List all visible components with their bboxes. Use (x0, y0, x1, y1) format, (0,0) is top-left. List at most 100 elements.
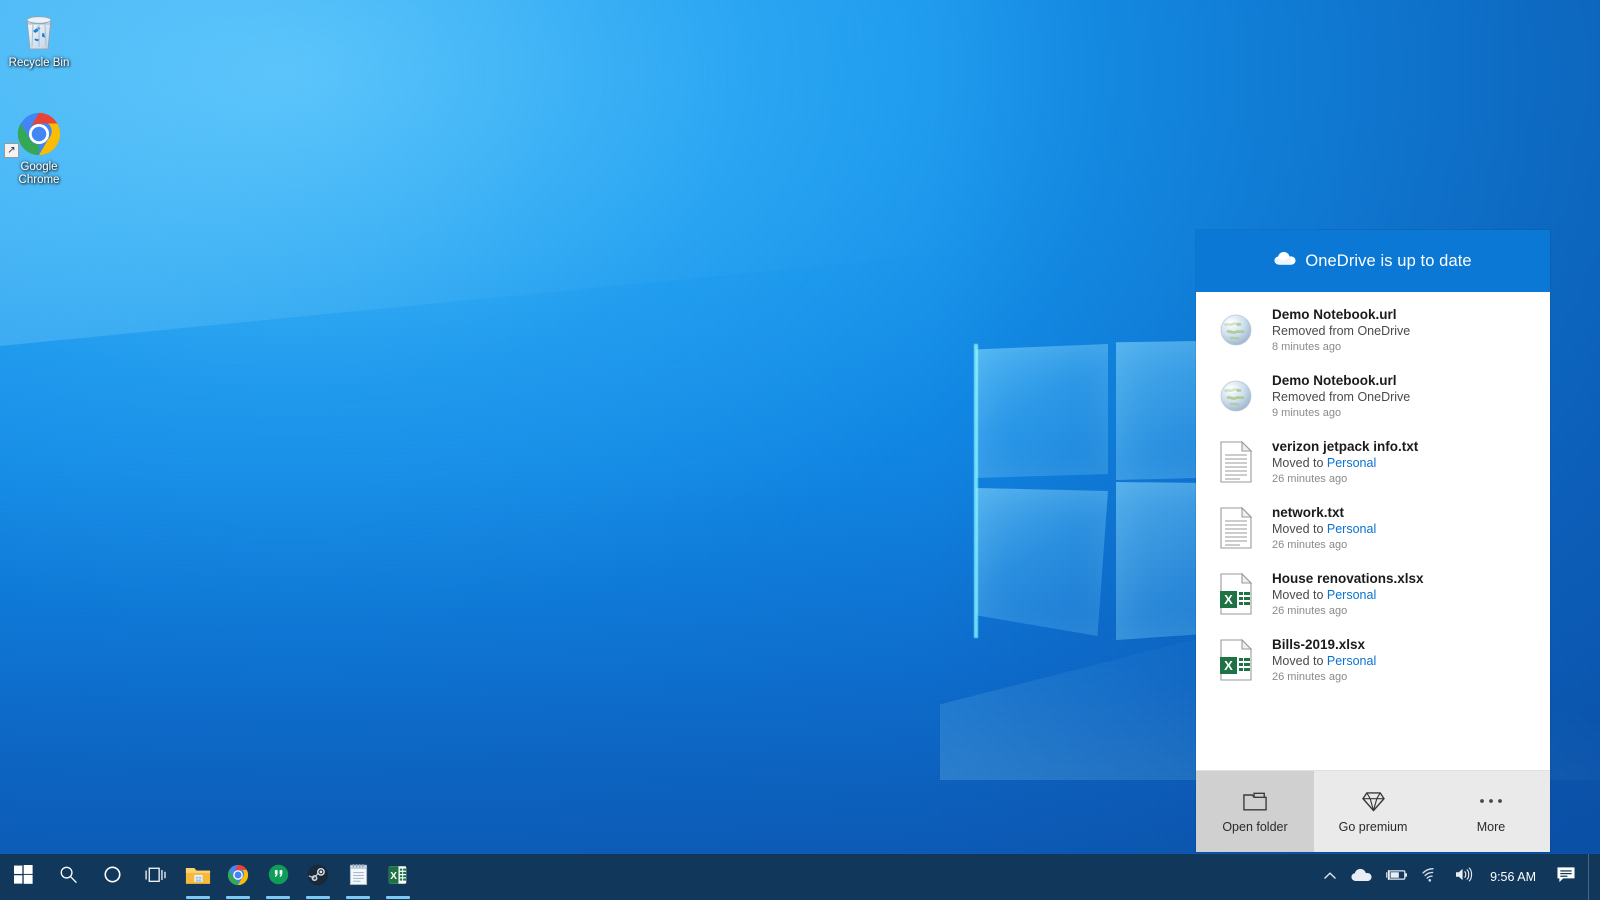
hangouts-icon (268, 864, 289, 890)
activity-file-name: Bills-2019.xlsx (1272, 637, 1366, 652)
activity-status-text: Moved to (1272, 654, 1327, 668)
recycle-bin-icon (0, 6, 78, 54)
activity-status-text: Moved to (1272, 456, 1327, 470)
notepad-icon (348, 863, 369, 891)
excel-file-icon: X (1214, 634, 1258, 686)
activity-status: Moved to Personal (1272, 521, 1376, 538)
activity-item[interactable]: X Bills-2019.xlsx Moved to Personal 26 m… (1196, 628, 1550, 694)
file-explorer-icon (185, 864, 211, 891)
activity-file-name: verizon jetpack info.txt (1272, 439, 1419, 454)
svg-text:X: X (1224, 658, 1233, 673)
steam-icon (307, 864, 329, 891)
windows-start-icon (13, 865, 33, 889)
activity-status-text: Removed from OneDrive (1272, 390, 1411, 404)
activity-status: Moved to Personal (1272, 455, 1418, 472)
taskbar-app-notepad[interactable] (338, 854, 378, 900)
speaker-icon (1454, 867, 1473, 887)
action-center-button[interactable] (1548, 854, 1588, 900)
activity-timestamp: 26 minutes ago (1272, 671, 1348, 683)
taskbar-app-hangouts[interactable] (258, 854, 298, 900)
onedrive-status-title: OneDrive is up to date (1305, 251, 1472, 270)
svg-text:X: X (1224, 592, 1233, 607)
internet-shortcut-icon (1214, 304, 1258, 356)
activity-file-name: Demo Notebook.url (1272, 307, 1397, 322)
activity-timestamp: 9 minutes ago (1272, 407, 1342, 419)
activity-timestamp: 26 minutes ago (1272, 539, 1348, 551)
onedrive-tray-icon (1351, 868, 1372, 887)
more-label: More (1476, 820, 1506, 834)
desktop-icon-label: Recycle Bin (8, 57, 70, 69)
activity-status-link[interactable]: Personal (1327, 654, 1376, 668)
desktop-icon-recycle-bin[interactable]: Recycle Bin (0, 6, 78, 70)
activity-item[interactable]: Demo Notebook.url Removed from OneDrive … (1196, 298, 1550, 364)
activity-status-text: Moved to (1272, 588, 1327, 602)
taskbar-clock[interactable]: 9:56 AM (1480, 854, 1548, 900)
action-center-icon (1556, 866, 1576, 889)
onedrive-activity-list[interactable]: Demo Notebook.url Removed from OneDrive … (1196, 292, 1550, 770)
taskbar-app-excel[interactable]: X (378, 854, 418, 900)
taskbar-left-group: X (0, 854, 418, 900)
go-premium-button[interactable]: Go premium (1314, 771, 1432, 852)
diamond-icon (1361, 789, 1385, 813)
open-folder-button[interactable]: Open folder (1196, 771, 1314, 852)
cortana-icon (103, 865, 122, 889)
activity-status-text: Moved to (1272, 522, 1327, 536)
battery-button[interactable] (1379, 854, 1415, 900)
text-file-icon (1214, 502, 1258, 554)
google-chrome-icon: ↗ (0, 110, 78, 158)
desktop-icon-google-chrome[interactable]: ↗ Google Chrome (0, 110, 78, 187)
taskbar-app-steam[interactable] (298, 854, 338, 900)
taskbar: X 9:56 AM (0, 854, 1600, 900)
onedrive-panel-header: OneDrive is up to date (1196, 230, 1550, 292)
task-view-icon (145, 866, 167, 889)
activity-status: Removed from OneDrive (1272, 389, 1410, 406)
go-premium-label: Go premium (1338, 820, 1408, 834)
activity-item[interactable]: network.txt Moved to Personal 26 minutes… (1196, 496, 1550, 562)
activity-timestamp: 26 minutes ago (1272, 473, 1348, 485)
activity-timestamp: 8 minutes ago (1272, 341, 1342, 353)
search-icon (59, 865, 78, 889)
show-hidden-icons-button[interactable] (1316, 854, 1344, 900)
activity-file-name: House renovations.xlsx (1272, 571, 1424, 586)
activity-timestamp: 26 minutes ago (1272, 605, 1348, 617)
taskbar-app-chrome[interactable] (218, 854, 258, 900)
show-desktop-button[interactable] (1588, 854, 1596, 900)
taskbar-app-file-explorer[interactable] (178, 854, 218, 900)
volume-button[interactable] (1447, 854, 1480, 900)
activity-item[interactable]: verizon jetpack info.txt Moved to Person… (1196, 430, 1550, 496)
ellipsis-icon (1478, 789, 1504, 813)
chrome-icon (227, 864, 249, 891)
onedrive-activity-center: OneDrive is up to date Demo Notebook.url… (1196, 230, 1550, 852)
activity-item[interactable]: Demo Notebook.url Removed from OneDrive … (1196, 364, 1550, 430)
cortana-button[interactable] (90, 854, 134, 900)
activity-status-link[interactable]: Personal (1327, 456, 1376, 470)
onedrive-tray-button[interactable] (1344, 854, 1379, 900)
chevron-up-icon (1323, 868, 1337, 886)
onedrive-panel-footer: Open folder Go premium More (1196, 770, 1550, 852)
open-folder-label: Open folder (1222, 820, 1288, 834)
desktop-icon-label: Google Chrome (18, 161, 60, 186)
search-button[interactable] (46, 854, 90, 900)
activity-file-name: Demo Notebook.url (1272, 373, 1397, 388)
activity-status: Moved to Personal (1272, 587, 1424, 604)
activity-file-name: network.txt (1272, 505, 1345, 520)
folder-icon (1243, 789, 1267, 813)
excel-icon: X (387, 864, 409, 891)
activity-item[interactable]: X House renovations.xlsx Moved to Person… (1196, 562, 1550, 628)
activity-status-link[interactable]: Personal (1327, 588, 1376, 602)
activity-status-text: Removed from OneDrive (1272, 324, 1411, 338)
onedrive-cloud-icon (1274, 251, 1296, 271)
battery-charging-icon (1386, 868, 1408, 887)
activity-status-link[interactable]: Personal (1327, 522, 1376, 536)
wifi-icon (1422, 867, 1440, 887)
task-view-button[interactable] (134, 854, 178, 900)
activity-status: Removed from OneDrive (1272, 323, 1410, 340)
clock-time: 9:56 AM (1490, 870, 1536, 884)
svg-text:X: X (390, 870, 397, 881)
start-button[interactable] (0, 854, 46, 900)
text-file-icon (1214, 436, 1258, 488)
activity-status: Moved to Personal (1272, 653, 1376, 670)
network-button[interactable] (1415, 854, 1447, 900)
more-button[interactable]: More (1432, 771, 1550, 852)
internet-shortcut-icon (1214, 370, 1258, 422)
